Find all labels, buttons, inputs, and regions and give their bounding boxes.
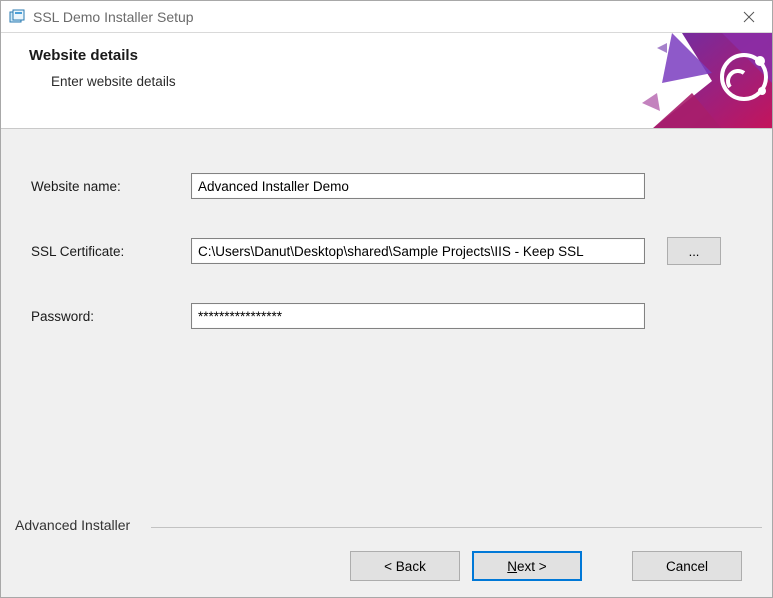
ssl-certificate-label: SSL Certificate:: [31, 244, 191, 259]
banner-graphic: [602, 33, 772, 129]
brand-text: Advanced Installer: [15, 517, 130, 533]
password-label: Password:: [31, 309, 191, 324]
installer-window: SSL Demo Installer Setup Website details…: [0, 0, 773, 598]
brand-label: Advanced Installer: [11, 517, 742, 533]
app-icon: [9, 9, 25, 25]
next-button-label: Next >: [507, 559, 546, 574]
wizard-body: Website name: SSL Certificate: ... Passw…: [1, 129, 772, 517]
password-input[interactable]: [191, 303, 645, 329]
back-button-label: < Back: [384, 559, 426, 574]
cancel-button[interactable]: Cancel: [632, 551, 742, 581]
website-name-label: Website name:: [31, 179, 191, 194]
window-title: SSL Demo Installer Setup: [33, 9, 726, 25]
row-website-name: Website name:: [31, 173, 742, 199]
back-button[interactable]: < Back: [350, 551, 460, 581]
wizard-footer: Advanced Installer < Back Next > Cancel: [1, 517, 772, 597]
row-password: Password:: [31, 303, 742, 329]
close-button[interactable]: [726, 1, 772, 32]
button-gap: [594, 551, 620, 581]
wizard-header: Website details Enter website details: [1, 33, 772, 129]
website-name-input[interactable]: [191, 173, 645, 199]
ssl-certificate-input[interactable]: [191, 238, 645, 264]
row-ssl-certificate: SSL Certificate: ...: [31, 237, 742, 265]
cancel-button-label: Cancel: [666, 559, 708, 574]
divider: [151, 527, 762, 528]
next-button[interactable]: Next >: [472, 551, 582, 581]
button-bar: < Back Next > Cancel: [11, 551, 742, 581]
browse-button[interactable]: ...: [667, 237, 721, 265]
titlebar: SSL Demo Installer Setup: [1, 1, 772, 33]
